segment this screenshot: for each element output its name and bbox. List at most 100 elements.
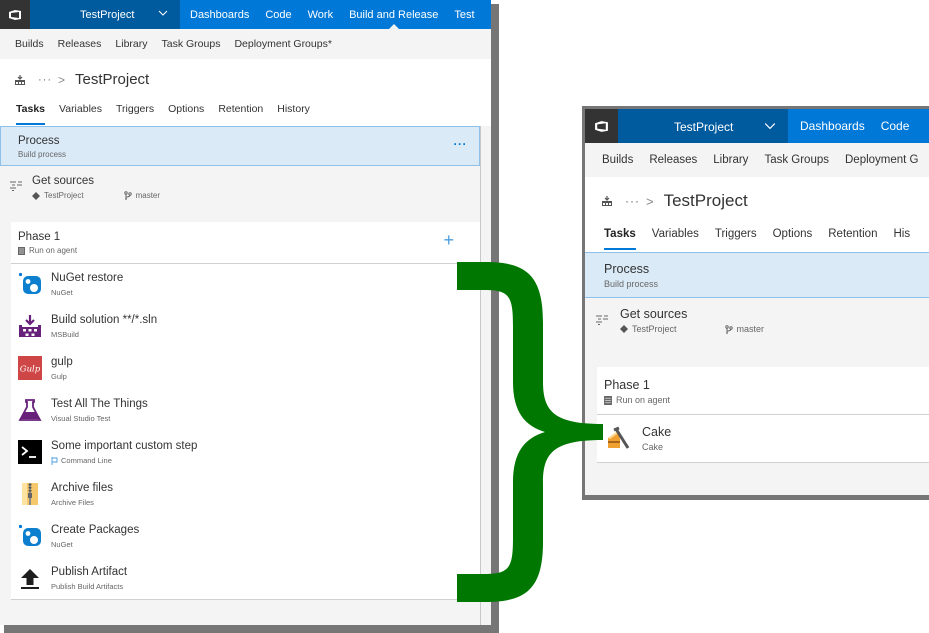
task-title: Archive files — [51, 482, 113, 494]
project-selector[interactable]: TestProject — [30, 0, 180, 29]
subnav-builds[interactable]: Builds — [8, 38, 51, 50]
subnav-task-groups[interactable]: Task Groups — [155, 38, 228, 50]
build-definition-icon — [15, 74, 25, 85]
tab-triggers[interactable]: Triggers — [116, 103, 154, 125]
repo-name: TestProject — [632, 324, 677, 334]
task-subtitle: Command Line — [61, 456, 112, 465]
cake-icon — [608, 426, 630, 449]
subnav-releases[interactable]: Releases — [641, 154, 705, 166]
top-nav-bar: TestProject Dashboards Code Work Build a… — [0, 0, 491, 29]
process-item[interactable]: Process Build process ··· — [0, 126, 480, 166]
branch-icon — [724, 324, 733, 334]
right-curly-brace-annotation — [457, 262, 603, 602]
tab-history[interactable]: History — [277, 103, 310, 125]
tab-variables[interactable]: Variables — [652, 228, 699, 250]
process-item[interactable]: Process Build process — [585, 252, 929, 298]
task-subtitle: NuGet — [51, 288, 73, 297]
task-row[interactable]: Gulp gulp Gulp — [11, 348, 480, 390]
sub-nav-bar: Builds Releases Library Task Groups Depl… — [0, 29, 491, 59]
phase-header[interactable]: Phase 1 Run on agent — [597, 367, 929, 415]
add-task-button[interactable]: + — [443, 231, 454, 249]
tab-options[interactable]: Options — [168, 103, 204, 125]
breadcrumb-ellipsis[interactable]: ··· — [38, 74, 52, 86]
chevron-down-icon — [764, 123, 776, 130]
vsts-logo-icon[interactable] — [0, 0, 30, 29]
nav-code[interactable]: Code — [257, 0, 299, 29]
zip-archive-icon — [22, 483, 38, 505]
task-row[interactable]: Test All The Things Visual Studio Test — [11, 390, 480, 432]
task-row[interactable]: Cake Cake — [597, 415, 929, 463]
task-subtitle: Cake — [642, 442, 664, 452]
branch-name: master — [736, 324, 765, 334]
task-subtitle: NuGet — [51, 540, 73, 549]
breadcrumb-separator: > — [646, 193, 654, 209]
task-subtitle-row: Command Line — [51, 456, 112, 465]
process-title: Process — [604, 262, 650, 276]
repo-name: TestProject — [44, 191, 84, 200]
subnav-library[interactable]: Library — [705, 154, 756, 166]
tab-history[interactable]: His — [893, 228, 910, 250]
breadcrumb-ellipsis[interactable]: ··· — [625, 194, 640, 208]
subnav-builds[interactable]: Builds — [594, 154, 641, 166]
task-row[interactable]: Create Packages NuGet — [11, 516, 480, 558]
nav-code[interactable]: Code — [873, 109, 918, 143]
nav-build-and-release[interactable]: Build and Release — [341, 0, 446, 29]
task-row[interactable]: Some important custom step Command Line — [11, 432, 480, 474]
nav-dashboards[interactable]: Dashboards — [180, 0, 257, 29]
task-title: gulp — [51, 356, 73, 368]
phase-title: Phase 1 — [604, 378, 650, 392]
tab-options[interactable]: Options — [773, 228, 813, 250]
get-sources-meta: TestProject master — [32, 191, 200, 200]
subnav-releases[interactable]: Releases — [51, 38, 109, 50]
task-subtitle: Archive Files — [51, 498, 94, 507]
right-window: TestProject Dashboards Code Builds Relea… — [585, 109, 929, 495]
get-sources-title: Get sources — [620, 307, 688, 321]
task-title: Build solution **/*.sln — [51, 314, 158, 326]
project-selector[interactable]: TestProject — [618, 109, 788, 143]
tab-tasks[interactable]: Tasks — [16, 103, 45, 125]
task-subtitle: MSBuild — [51, 330, 79, 339]
top-nav-bar: TestProject Dashboards Code — [585, 109, 929, 143]
tab-retention[interactable]: Retention — [828, 228, 877, 250]
chevron-down-icon — [158, 10, 168, 16]
task-row[interactable]: Archive files Archive Files — [11, 474, 480, 516]
get-sources-title: Get sources — [32, 175, 94, 187]
process-subtitle: Build process — [604, 279, 659, 289]
tab-tasks[interactable]: Tasks — [604, 228, 636, 250]
get-sources-item[interactable]: Get sources TestProject master — [0, 168, 480, 216]
agent-icon — [18, 246, 25, 255]
project-name: TestProject — [674, 120, 734, 134]
breadcrumb: ··· > TestProject — [14, 71, 149, 88]
vsts-logo-icon[interactable] — [585, 109, 618, 143]
task-row[interactable]: Publish Artifact Publish Build Artifacts — [11, 558, 480, 600]
tab-retention[interactable]: Retention — [218, 103, 263, 125]
task-title: Create Packages — [51, 524, 140, 536]
page-title: TestProject — [75, 71, 150, 88]
subnav-deployment-groups[interactable]: Deployment Groups* — [227, 38, 338, 50]
branch-icon — [123, 191, 132, 200]
flask-icon — [18, 399, 42, 421]
get-sources-item[interactable]: Get sources TestProject master — [585, 298, 929, 358]
definition-tabs: Tasks Variables Triggers Options Retenti… — [16, 103, 324, 125]
task-row[interactable]: NuGet restore NuGet — [11, 264, 480, 306]
phase-subtitle-row: Run on agent — [18, 246, 77, 255]
phase-subtitle: Run on agent — [616, 395, 671, 405]
subnav-library[interactable]: Library — [108, 38, 154, 50]
subnav-task-groups[interactable]: Task Groups — [756, 154, 837, 166]
editor-content: ··· > TestProject Tasks Variables Trigge… — [585, 177, 929, 495]
editor-content: ··· > TestProject Tasks Variables Trigge… — [0, 59, 491, 625]
build-definition-icon — [602, 196, 612, 206]
breadcrumb: ··· > TestProject — [601, 191, 748, 211]
nav-dashboards[interactable]: Dashboards — [788, 109, 873, 143]
subnav-deployment-groups[interactable]: Deployment G — [837, 154, 927, 166]
task-row[interactable]: Build solution **/*.sln MSBuild — [11, 306, 480, 348]
more-actions-button[interactable]: ··· — [454, 137, 468, 151]
phase-1: Phase 1 Run on agent + NuGet restore NuG… — [11, 222, 480, 600]
tab-variables[interactable]: Variables — [59, 103, 102, 125]
nav-test[interactable]: Test — [446, 0, 482, 29]
nav-work[interactable]: Work — [300, 0, 341, 29]
task-list-area: Process Build process Get sources TestPr… — [585, 252, 929, 495]
phase-header[interactable]: Phase 1 Run on agent + — [11, 222, 480, 264]
tab-triggers[interactable]: Triggers — [715, 228, 757, 250]
project-name: TestProject — [80, 9, 135, 21]
